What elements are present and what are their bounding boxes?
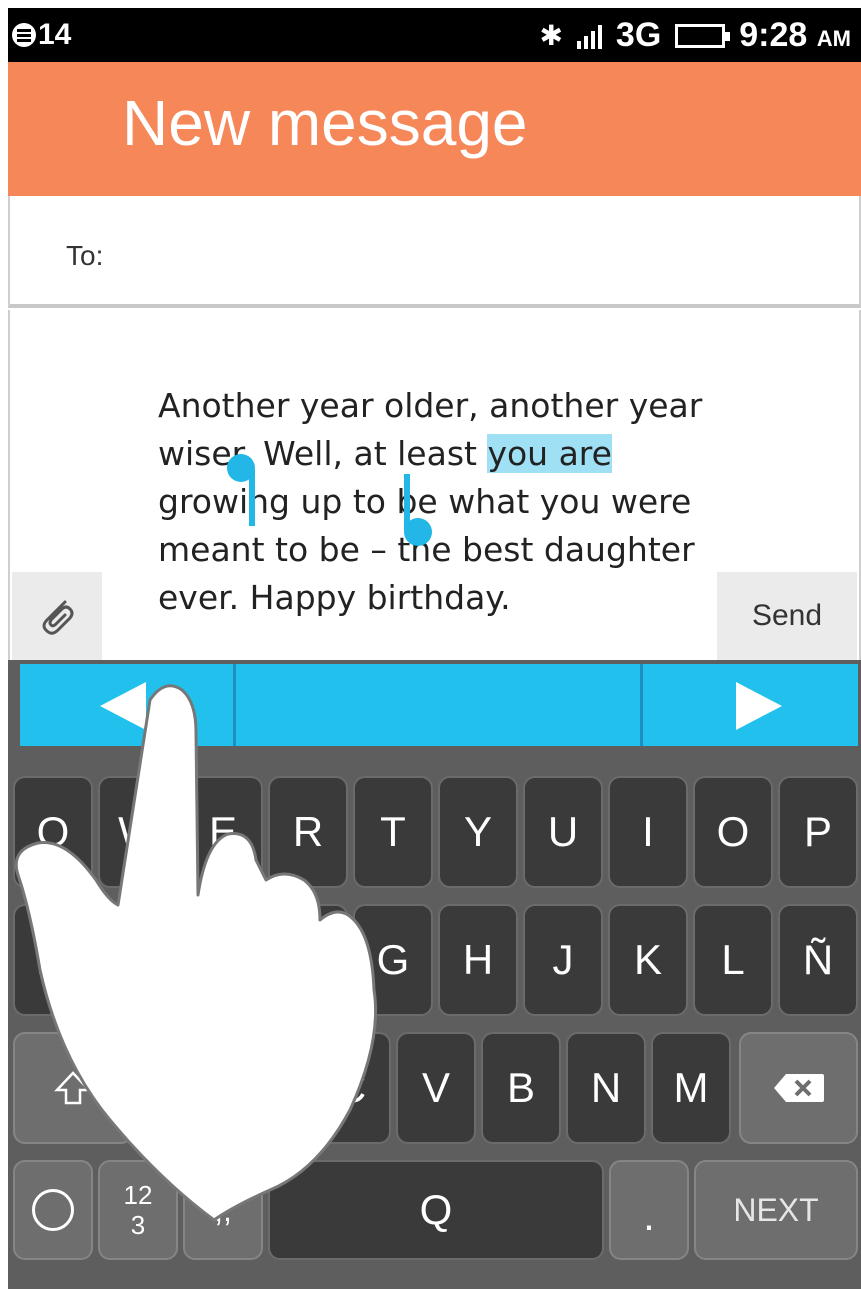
circle-icon [32,1189,74,1231]
key-j[interactable]: J [523,904,603,1016]
key-g[interactable]: G [353,904,433,1016]
key-l[interactable]: L [693,904,773,1016]
backspace-key[interactable] [739,1032,858,1144]
period-key[interactable]: . [609,1160,689,1260]
key-d[interactable]: D [183,904,263,1016]
backspace-icon [773,1074,824,1102]
cursor-bar [20,664,858,746]
key-h[interactable]: H [438,904,518,1016]
key-u[interactable]: U [523,776,603,888]
key-a[interactable]: A [13,904,93,1016]
key-r[interactable]: R [268,776,348,888]
attach-button[interactable] [12,572,102,660]
shift-key[interactable] [13,1032,133,1144]
signal-icon [576,23,602,49]
key-w[interactable]: W [98,776,178,888]
key-n[interactable]: N [566,1032,646,1144]
paperclip-icon [42,600,74,635]
arrow-left-icon[interactable] [100,682,146,730]
network-type: 3G [615,16,662,54]
numbers-key-label-top: 12 [123,1180,153,1210]
key-z[interactable]: Z [141,1032,221,1144]
recipient-label: To: [66,240,104,271]
cursor-bar-divider [640,664,643,746]
arrow-right-icon[interactable] [736,682,782,730]
message-text-after: growing up to be what you were meant to … [158,482,695,617]
key-o[interactable]: O [693,776,773,888]
cursor-bar-divider [233,664,236,746]
message-text[interactable]: Another year older, another year wiser. … [158,382,718,658]
key-i[interactable]: I [608,776,688,888]
key-s[interactable]: S [98,904,178,1016]
clock-ampm: AM [816,26,851,51]
selection-end-handle[interactable] [404,474,432,546]
selection-start-handle[interactable] [227,454,255,526]
key-m[interactable]: M [651,1032,731,1144]
key-q[interactable]: Q [13,776,93,888]
recipient-field[interactable]: To: [8,196,861,308]
page-title: New message [122,87,528,159]
notification-icon [12,23,36,47]
next-key[interactable]: NEXT [694,1160,858,1260]
input-mode-key[interactable] [13,1160,93,1260]
key-b[interactable]: B [481,1032,561,1144]
key-f[interactable]: F [268,904,348,1016]
clock-time: 9:28 [739,16,808,54]
bluetooth-icon: ✱ [539,20,563,51]
keyboard: Q W E R T Y U I O P A S D F G H J K L Ñ … [8,660,861,1289]
numbers-key[interactable]: 12 3 [98,1160,178,1260]
battery-icon [675,23,731,48]
space-key[interactable]: Q [268,1160,604,1260]
key-e[interactable]: E [183,776,263,888]
key-p[interactable]: P [778,776,858,888]
key-c[interactable]: C [311,1032,391,1144]
text-selection[interactable]: you are [487,434,612,473]
notification-count: 14 [38,18,72,51]
key-x[interactable]: X [226,1032,306,1144]
status-bar: 14 ✱ 3G 9:28 AM [8,8,861,62]
key-t[interactable]: T [353,776,433,888]
punctuation-key[interactable]: ,; [183,1160,263,1260]
numbers-key-label-bottom: 3 [130,1210,146,1240]
send-button[interactable]: Send [717,572,857,660]
key-k[interactable]: K [608,904,688,1016]
app-header: New message [8,62,861,196]
key-y[interactable]: Y [438,776,518,888]
notification-indicator: 14 [12,18,71,52]
key-n-tilde[interactable]: Ñ [778,904,858,1016]
key-v[interactable]: V [396,1032,476,1144]
shift-icon [54,1071,92,1105]
